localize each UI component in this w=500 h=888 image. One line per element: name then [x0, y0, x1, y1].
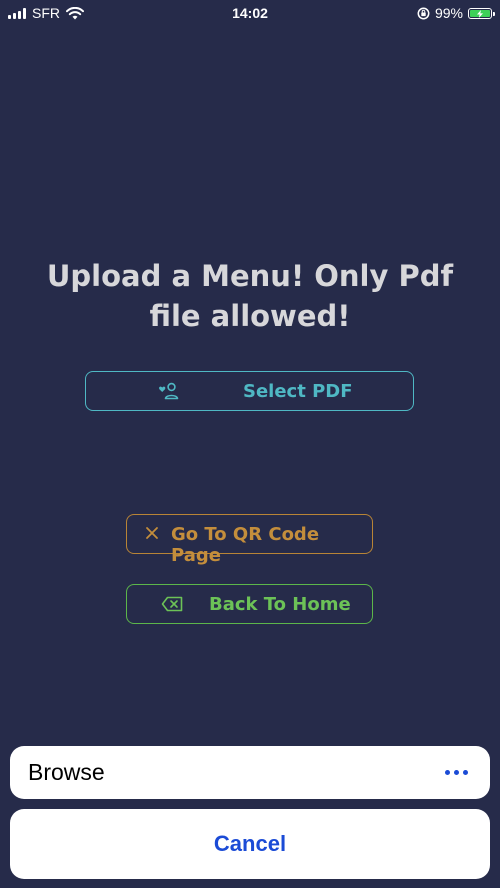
backspace-icon — [161, 596, 183, 612]
close-icon — [146, 527, 158, 539]
browse-option[interactable]: Browse — [10, 746, 490, 799]
select-pdf-label: Select PDF — [243, 381, 353, 402]
back-to-home-label: Back To Home — [209, 594, 351, 615]
person-heart-icon — [159, 382, 179, 400]
cancel-button[interactable]: Cancel — [10, 809, 490, 879]
cancel-label: Cancel — [213, 831, 287, 856]
status-right: 99% — [417, 5, 495, 21]
battery-percent: 99% — [434, 5, 463, 21]
status-bar: SFR 14:02 99% — [0, 0, 500, 26]
title-line-2: file allowed! — [149, 299, 351, 333]
title-line-1: Upload a Menu! Only Pdf — [46, 259, 454, 293]
select-pdf-button[interactable]: Select PDF — [85, 371, 414, 411]
back-to-home-button[interactable]: Back To Home — [126, 584, 373, 624]
go-to-qr-code-label: Go To QR Code Page — [171, 524, 320, 566]
browse-label: Browse — [28, 759, 105, 785]
battery-icon — [468, 7, 495, 19]
more-dots-icon[interactable] — [445, 770, 468, 775]
orientation-lock-icon — [417, 7, 430, 19]
page-title: Upload a Menu! Only Pdf file allowed! — [30, 256, 470, 336]
go-to-qr-code-button[interactable]: Go To QR Code Page — [126, 514, 373, 566]
battery-fill — [470, 9, 490, 18]
